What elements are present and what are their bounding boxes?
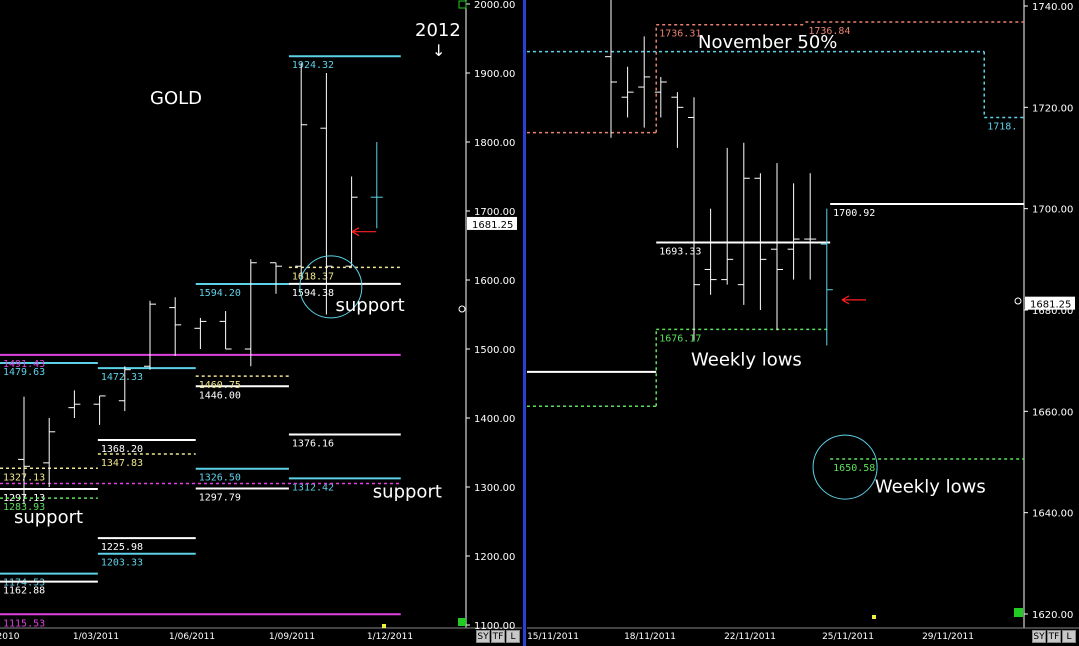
level-label: 1446.00 bbox=[199, 390, 241, 401]
x-tick-label: 1/06/2011 bbox=[169, 632, 215, 642]
level-label: 1924.32 bbox=[292, 60, 334, 71]
green-box-marker bbox=[458, 0, 467, 9]
annotation-text: support bbox=[14, 507, 83, 528]
y-tick-label: 1700.00 bbox=[1032, 205, 1073, 216]
level-label: 1618.37 bbox=[292, 271, 334, 282]
level-label: 1376.16 bbox=[292, 438, 334, 449]
level-label: 1225.98 bbox=[101, 542, 143, 553]
level-label: 1594.38 bbox=[292, 288, 334, 299]
level-label: 1700.92 bbox=[833, 208, 875, 219]
y-tick-label: 2000.00 bbox=[474, 0, 515, 11]
current-price-label: 1681.25 bbox=[1030, 300, 1071, 311]
l-button-left[interactable]: L bbox=[506, 630, 520, 643]
x-tick-label: 1/12/2011 bbox=[367, 632, 413, 642]
yellow-marker bbox=[872, 615, 876, 619]
sy-button-right[interactable]: SY bbox=[1032, 630, 1046, 643]
y-tick-label: 1500.00 bbox=[474, 345, 515, 356]
year-arrow: ↓ bbox=[432, 41, 445, 60]
level-label: 1736.31 bbox=[659, 29, 701, 40]
y-tick-label: 1600.00 bbox=[474, 276, 515, 287]
y-tick-label: 1720.00 bbox=[1032, 103, 1073, 114]
level-label: 1472.33 bbox=[101, 372, 143, 383]
green-marker bbox=[1014, 608, 1023, 617]
y-tick-label: 1620.00 bbox=[1032, 610, 1073, 621]
level-label: 1162.88 bbox=[3, 586, 45, 597]
level-label: 1347.83 bbox=[101, 458, 143, 469]
y-tick-label: 1300.00 bbox=[474, 483, 515, 494]
annotation-text: Weekly lows bbox=[691, 350, 802, 371]
chart-canvas: 2000.00 1900.00 1800.00 1700.00 1600.00 1500.… bbox=[0, 0, 1079, 646]
annotation-text: Weekly lows bbox=[875, 476, 986, 497]
y-tick-label: 1700.00 bbox=[474, 207, 515, 218]
x-tick-label: 15/11/2011 bbox=[527, 632, 579, 642]
price-arrow bbox=[351, 227, 376, 237]
y-tick-label: 1400.00 bbox=[474, 414, 515, 425]
axis-dot bbox=[1014, 297, 1022, 305]
axis-dot bbox=[458, 305, 466, 313]
y-tick-label: 1740.00 bbox=[1032, 2, 1073, 13]
y-tick-label: 1640.00 bbox=[1032, 509, 1073, 520]
year-annotation: 2012 bbox=[415, 20, 461, 41]
x-tick-label: 18/11/2011 bbox=[624, 632, 676, 642]
level-label: 1676.17 bbox=[659, 333, 701, 344]
level-label: 1718. bbox=[987, 121, 1017, 132]
level-label: 1460.75 bbox=[199, 380, 241, 391]
y-tick-label: 1900.00 bbox=[474, 69, 515, 80]
level-label: 1650.58 bbox=[833, 463, 875, 474]
annotation-text: support bbox=[373, 481, 442, 502]
level-label: 1115.53 bbox=[3, 618, 45, 629]
chart-title: GOLD bbox=[150, 88, 202, 109]
tf-button-left[interactable]: TF bbox=[491, 630, 505, 643]
level-label: 1594.20 bbox=[199, 288, 241, 299]
x-tick-label: 22/11/2011 bbox=[724, 632, 776, 642]
chart-panel-2: 1740.001720.001700.001680.001660.001640.… bbox=[527, 0, 1079, 642]
tf-button-right[interactable]: TF bbox=[1047, 630, 1061, 643]
y-tick-label: 1200.00 bbox=[474, 552, 515, 563]
green-marker bbox=[458, 618, 466, 626]
annotation-text: support bbox=[336, 295, 405, 316]
x-tick-label: 2010 bbox=[0, 632, 20, 642]
y-tick-label: 1660.00 bbox=[1032, 407, 1073, 418]
level-label: 1491.43 bbox=[3, 359, 45, 370]
yellow-marker bbox=[382, 624, 386, 628]
level-label: 1326.50 bbox=[199, 473, 241, 484]
panel-divider bbox=[523, 0, 526, 646]
price-arrow bbox=[841, 295, 866, 305]
x-tick-label: 1/09/2011 bbox=[269, 632, 315, 642]
level-label: 1297.79 bbox=[199, 493, 241, 504]
sy-button-left[interactable]: SY bbox=[476, 630, 490, 643]
l-button-right[interactable]: L bbox=[1062, 630, 1076, 643]
x-tick-label: 29/11/2011 bbox=[922, 632, 974, 642]
level-label: 1203.33 bbox=[101, 558, 143, 569]
chart-panel-1: 2000.00 1900.00 1800.00 1700.00 1600.00 1500.… bbox=[0, 0, 522, 642]
x-tick-label: 1/03/2011 bbox=[73, 632, 119, 642]
current-price-label: 1681.25 bbox=[472, 220, 513, 231]
level-label: 1693.33 bbox=[659, 246, 701, 257]
chart-title: November 50% bbox=[698, 32, 837, 53]
y-tick-label: 1800.00 bbox=[474, 138, 515, 149]
x-tick-label: 25/11/2011 bbox=[822, 632, 874, 642]
